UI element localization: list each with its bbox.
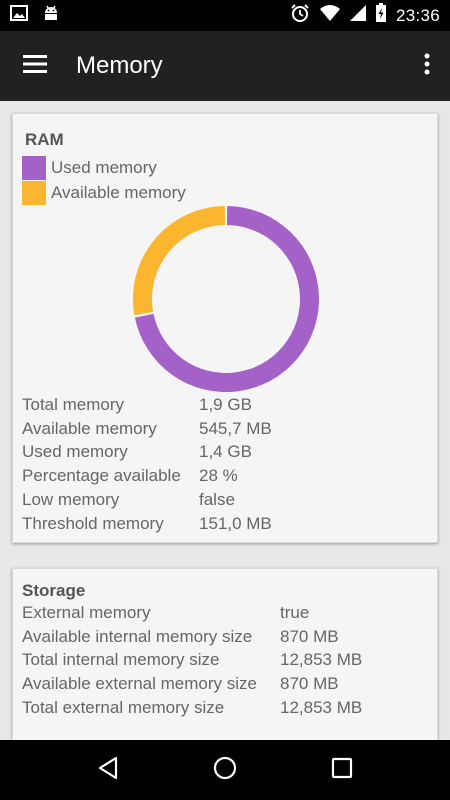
back-icon [97,756,119,785]
info-key: Threshold memory [22,513,164,533]
info-key: Available internal memory size [22,626,253,646]
back-button[interactable] [83,745,133,795]
info-row: Available internal memory size 870 MB [22,625,362,649]
legend-swatch-available [22,180,46,205]
ram-card-title: RAM [25,130,64,149]
info-key: Total memory [22,394,125,414]
info-key: Used memory [22,442,128,462]
content-area[interactable]: RAM Used memory Available memory Total m… [0,101,450,800]
wifi-icon [319,4,341,27]
info-value: 12,853 MB [280,698,363,718]
recents-icon [331,757,353,784]
home-button[interactable] [200,745,250,795]
info-key: Low memory [22,490,120,510]
info-value: true [280,602,310,622]
info-row: External memory true [22,601,362,625]
info-value: 870 MB [280,674,339,694]
home-icon [213,756,237,785]
ram-card: RAM Used memory Available memory Total m… [12,113,438,543]
info-value: 1,4 GB [199,442,252,462]
info-value: 1,9 GB [199,394,252,414]
info-row: Used memory 1,4 GB [22,441,272,465]
info-row: Threshold memory 151,0 MB [22,512,272,536]
info-key: Total external memory size [22,698,225,718]
ram-info-table: Total memory 1,9 GB Available memory 545,7… [22,393,272,536]
info-key: External memory [22,602,151,622]
menu-button[interactable] [0,31,70,101]
navigation-bar [0,740,450,800]
recents-button[interactable] [317,745,367,795]
alarm-icon [290,3,310,28]
info-row: Total memory 1,9 GB [22,393,272,417]
donut-slice-available-memory [133,206,226,316]
info-row: Total internal memory size 12,853 MB [22,649,362,673]
image-icon [10,5,28,26]
more-options-button[interactable] [404,31,450,101]
info-key: Percentage available [22,466,181,486]
info-value: 545,7 MB [199,418,272,438]
more-vert-icon [424,53,430,80]
cell-signal-icon [349,4,366,27]
legend-swatch-used [22,155,46,180]
chart-legend: Used memory Available memory [22,155,186,205]
info-key: Available external memory size [22,674,257,694]
info-row: Available external memory size 870 MB [22,672,362,696]
info-value: 151,0 MB [199,513,272,533]
status-time: 23:36 [395,5,440,25]
memory-donut-chart [133,206,319,392]
battery-icon [375,3,387,28]
info-value: 12,853 MB [280,650,363,670]
legend-item-used: Used memory [22,155,186,180]
info-row: Percentage available 28 % [22,464,272,488]
legend-label-available: Available memory [51,182,186,202]
info-value: 870 MB [280,626,339,646]
info-key: Total internal memory size [22,650,220,670]
info-row: Total external memory size 12,853 MB [22,696,362,720]
menu-icon [23,54,47,78]
info-value: false [199,490,235,510]
storage-card-title: Storage [22,581,86,600]
info-row: Available memory 545,7 MB [22,417,272,441]
info-key: Available memory [22,418,157,438]
storage-info-table: External memory true Available internal m… [22,601,362,720]
legend-item-available: Available memory [22,180,186,205]
app-bar: Memory [0,31,450,101]
info-row: Low memory false [22,488,272,512]
android-icon [42,4,60,27]
page-title: Memory [76,52,163,79]
legend-label-used: Used memory [51,157,157,177]
status-bar: 23:36 [0,0,450,31]
info-value: 28 % [199,466,238,486]
